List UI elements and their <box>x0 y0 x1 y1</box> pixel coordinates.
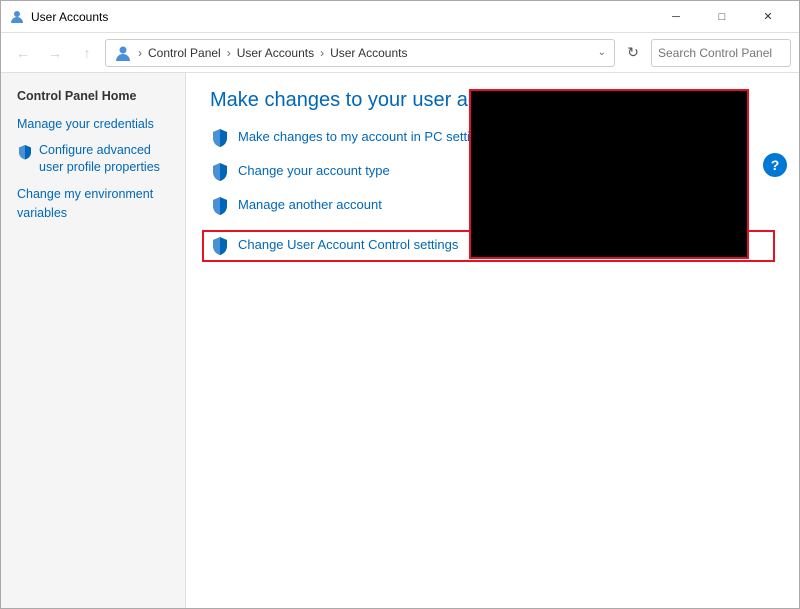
search-input[interactable] <box>658 46 800 60</box>
user-image-panel <box>469 89 749 259</box>
minimize-button[interactable]: ─ <box>653 1 699 33</box>
help-button[interactable]: ? <box>763 153 787 177</box>
breadcrumb-user-accounts2[interactable]: User Accounts <box>330 46 407 60</box>
breadcrumb-control-panel[interactable]: Control Panel <box>148 46 221 60</box>
breadcrumb-sep1: › <box>138 46 142 60</box>
refresh-button[interactable]: ↻ <box>619 39 647 67</box>
search-box[interactable]: 🔍 <box>651 39 791 67</box>
address-bar: ← → ↑ › Control Panel › User Accounts › … <box>1 33 799 73</box>
window: User Accounts ─ □ ✕ ← → ↑ › Control Pane… <box>0 0 800 609</box>
breadcrumb-sep3: › <box>320 46 324 60</box>
breadcrumb-user-accounts1[interactable]: User Accounts <box>237 46 314 60</box>
action-uac-settings-link[interactable]: Change User Account Control settings <box>238 236 458 254</box>
manage-account-icon <box>210 196 230 216</box>
content-wrapper: Control Panel Home Manage your credentia… <box>1 73 799 608</box>
account-type-icon <box>210 162 230 182</box>
window-controls: ─ □ ✕ <box>653 1 791 33</box>
maximize-button[interactable]: □ <box>699 1 745 33</box>
back-button[interactable]: ← <box>9 39 37 67</box>
sidebar-item-advanced-profile[interactable]: Configure advanced user profile properti… <box>1 138 185 181</box>
window-icon <box>9 9 25 25</box>
action-manage-account-link[interactable]: Manage another account <box>238 196 382 214</box>
shield-icon <box>17 144 33 160</box>
forward-button[interactable]: → <box>41 39 69 67</box>
uac-settings-icon <box>210 236 230 256</box>
action-account-type-link[interactable]: Change your account type <box>238 162 390 180</box>
window-title: User Accounts <box>31 10 653 24</box>
sidebar-item-environment[interactable]: Change my environment variables <box>1 181 185 227</box>
address-field[interactable]: › Control Panel › User Accounts › User A… <box>105 39 615 67</box>
up-button[interactable]: ↑ <box>73 39 101 67</box>
address-chevron-icon[interactable]: ⌄ <box>598 47 606 58</box>
sidebar-item-advanced-label: Configure advanced user profile properti… <box>39 142 169 177</box>
breadcrumb-sep2: › <box>227 46 231 60</box>
pc-settings-icon <box>210 128 230 148</box>
sidebar-item-credentials[interactable]: Manage your credentials <box>1 111 185 138</box>
close-button[interactable]: ✕ <box>745 1 791 33</box>
sidebar-heading: Control Panel Home <box>1 85 185 107</box>
action-pc-settings-link[interactable]: Make changes to my account in PC setting… <box>238 128 491 146</box>
sidebar: Control Panel Home Manage your credentia… <box>1 73 186 608</box>
title-bar: User Accounts ─ □ ✕ <box>1 1 799 33</box>
address-icon <box>114 44 132 62</box>
